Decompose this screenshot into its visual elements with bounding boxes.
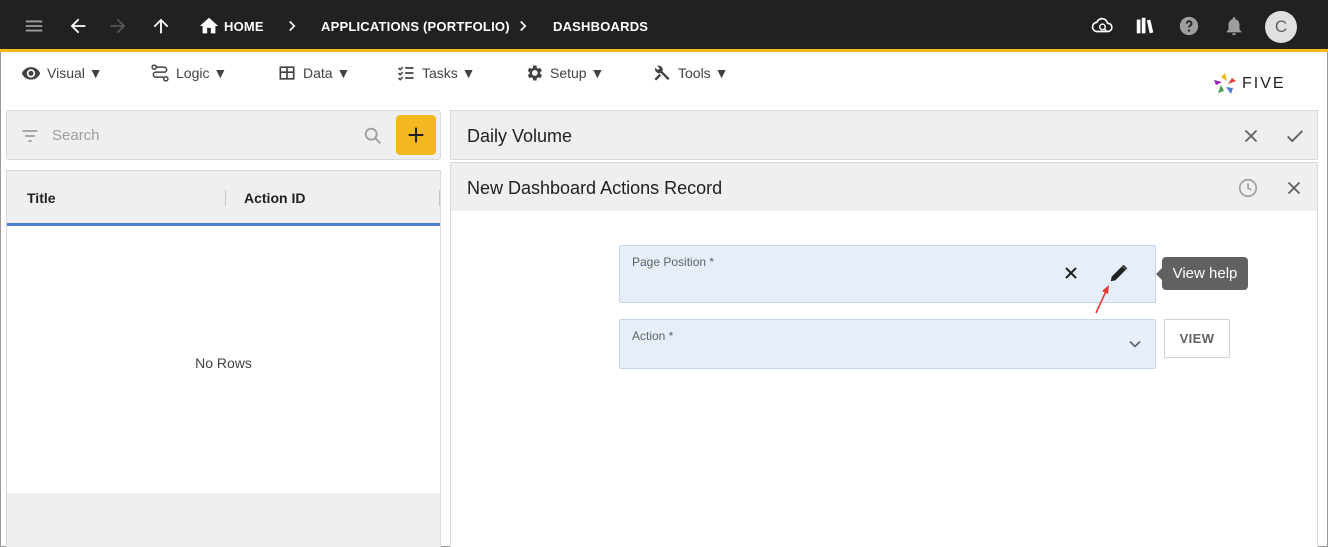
menu-tools-label: Tools ▼	[678, 65, 729, 81]
page-position-field[interactable]: Page Position *	[619, 245, 1156, 303]
empty-grid-message: No Rows	[195, 355, 252, 371]
menu-tasks-label: Tasks ▼	[422, 65, 476, 81]
menu-icon[interactable]	[22, 14, 46, 38]
five-logo: FIVE	[1212, 71, 1286, 97]
search-icon[interactable]	[362, 125, 384, 147]
menu-setup-label: Setup ▼	[550, 65, 605, 81]
back-arrow-icon[interactable]	[66, 14, 90, 38]
breadcrumb-home[interactable]: HOME	[224, 19, 264, 34]
column-divider	[439, 190, 440, 206]
menu-data-label: Data ▼	[303, 65, 351, 81]
clear-icon[interactable]	[1060, 262, 1082, 284]
parent-record-title: Daily Volume	[467, 126, 573, 146]
column-title[interactable]: Title	[27, 190, 56, 206]
filter-icon[interactable]	[20, 126, 40, 146]
library-icon[interactable]	[1133, 14, 1157, 38]
form-header: New Dashboard Actions Record	[450, 162, 1318, 212]
page-position-label: Page Position *	[632, 255, 715, 269]
search-input[interactable]: Search	[52, 127, 100, 144]
eye-icon	[21, 67, 41, 80]
menu-logic[interactable]: Logic ▼	[150, 62, 227, 84]
menu-logic-label: Logic ▼	[176, 65, 228, 81]
column-divider	[225, 190, 226, 206]
grid-header: Title Action ID	[7, 171, 440, 226]
parent-record-header: Daily Volume	[450, 110, 1318, 160]
close-icon[interactable]	[1282, 176, 1306, 200]
form-title: New Dashboard Actions Record	[467, 178, 723, 198]
tools-icon	[654, 65, 670, 81]
menu-tasks[interactable]: Tasks ▼	[396, 62, 476, 84]
cloud-sync-icon[interactable]	[1090, 14, 1114, 38]
bell-icon[interactable]	[1222, 14, 1246, 38]
up-arrow-icon[interactable]	[149, 14, 173, 38]
tasks-icon	[397, 66, 414, 81]
add-record-button[interactable]	[396, 115, 436, 155]
breadcrumb-dashboards[interactable]: DASHBOARDS	[553, 19, 648, 34]
forward-arrow-icon[interactable]	[106, 14, 130, 38]
close-icon[interactable]	[1239, 124, 1263, 148]
gear-icon	[527, 65, 542, 81]
menu-data[interactable]: Data ▼	[277, 62, 350, 84]
history-icon[interactable]	[1236, 176, 1260, 200]
main-menu-bar: Visual ▼ Logic ▼ Data ▼ Tasks ▼ Setup ▼ …	[0, 55, 1328, 97]
logic-icon	[151, 64, 169, 82]
annotation-arrow	[1095, 285, 1109, 314]
search-bar: Search	[6, 110, 441, 160]
help-icon[interactable]	[1177, 14, 1201, 38]
view-help-tooltip: View help	[1156, 257, 1248, 290]
grid-footer	[7, 493, 440, 547]
avatar[interactable]: C	[1265, 11, 1297, 43]
home-icon[interactable]	[197, 14, 221, 38]
table-icon	[279, 66, 295, 80]
column-action-id[interactable]: Action ID	[244, 190, 305, 206]
breadcrumb-applications[interactable]: APPLICATIONS (PORTFOLIO)	[321, 19, 510, 34]
chevron-right-icon	[520, 20, 527, 32]
five-logo-text: FIVE	[1242, 75, 1286, 92]
chevron-down-icon[interactable]	[1124, 333, 1146, 355]
menu-visual[interactable]: Visual ▼	[21, 62, 103, 84]
pencil-icon[interactable]	[1108, 262, 1130, 284]
five-logo-mark	[1214, 73, 1236, 94]
menu-tools[interactable]: Tools ▼	[652, 62, 728, 84]
action-select[interactable]: Action *	[619, 319, 1156, 369]
app-top-bar: HOME APPLICATIONS (PORTFOLIO) DASHBOARDS…	[0, 0, 1328, 52]
records-grid: Title Action ID No Rows	[6, 170, 441, 547]
menu-visual-label: Visual ▼	[47, 65, 103, 81]
chevron-right-icon	[289, 20, 296, 32]
menu-setup[interactable]: Setup ▼	[524, 62, 604, 84]
action-label: Action *	[632, 329, 674, 343]
check-icon[interactable]	[1283, 124, 1307, 148]
view-button[interactable]: VIEW	[1164, 319, 1230, 358]
plus-icon	[408, 127, 424, 143]
